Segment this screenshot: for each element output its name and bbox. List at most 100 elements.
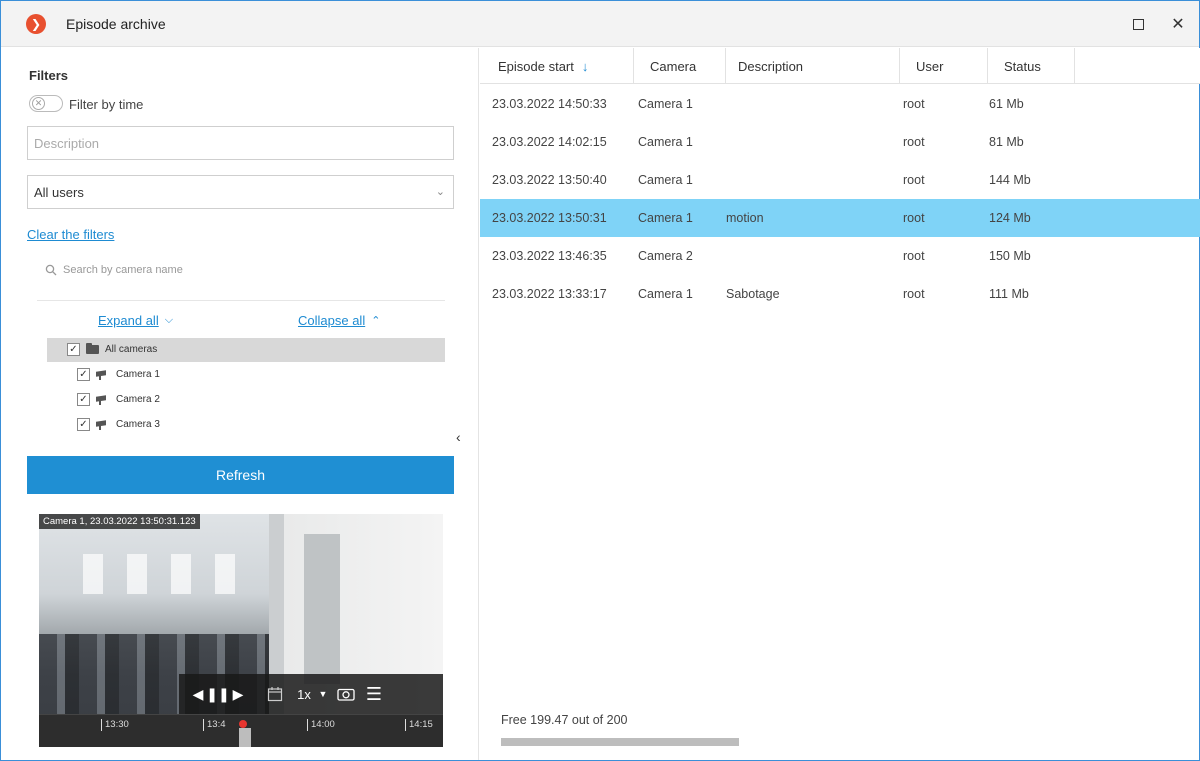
menu-button[interactable]: ☰ — [361, 684, 387, 705]
collapse-all-link[interactable]: Collapse all ⌃ — [298, 313, 380, 328]
table-cell: 23.03.2022 13:50:40 — [492, 173, 607, 187]
window-title: Episode archive — [66, 16, 166, 32]
chevron-up-icon: ⌃ — [371, 315, 381, 327]
table-cell: Camera 1 — [638, 173, 693, 187]
table-cell: 61 Mb — [989, 97, 1024, 111]
table-row[interactable]: 23.03.2022 14:02:15 Camera 1 root 81 Mb — [480, 123, 1200, 161]
column-header-camera[interactable]: Camera — [634, 48, 726, 84]
table-cell: 23.03.2022 13:46:35 — [492, 249, 607, 263]
maximize-icon — [1132, 18, 1144, 30]
storage-bar-fill — [501, 738, 739, 746]
table-row[interactable]: 23.03.2022 14:50:33 Camera 1 root 61 Mb — [480, 85, 1200, 123]
title-bar: ❯ Episode archive ✕ — [1, 1, 1199, 47]
expand-all-link[interactable]: Expand all ⌵ — [98, 313, 173, 328]
filters-panel: Filters ✕ Filter by time Description All… — [1, 48, 479, 760]
speed-dropdown-button[interactable]: ▼ — [315, 689, 331, 699]
column-header-user[interactable]: User — [900, 48, 988, 84]
table-cell: Sabotage — [726, 287, 780, 301]
camera-search-placeholder: Search by camera name — [63, 264, 183, 276]
calendar-icon — [267, 687, 283, 702]
tree-item-label: Camera 1 — [116, 369, 160, 380]
chevron-down-icon: ⌄ — [435, 186, 445, 198]
table-cell: root — [903, 249, 925, 263]
filters-title: Filters — [29, 68, 69, 83]
storage-free-text: Free 199.47 out of 200 — [501, 713, 628, 727]
camera-search[interactable]: Search by camera name — [45, 264, 183, 276]
table-cell: Camera 1 — [638, 211, 693, 225]
tree-root-row[interactable]: ✓ All cameras — [67, 343, 157, 356]
hamburger-icon: ☰ — [365, 683, 383, 704]
calendar-button[interactable] — [257, 686, 293, 702]
refresh-button[interactable]: Refresh — [27, 456, 454, 494]
camera-icon — [96, 395, 110, 405]
table-cell: root — [903, 173, 925, 187]
playhead-marker[interactable] — [239, 720, 247, 728]
column-header-description[interactable]: Description — [726, 48, 900, 84]
step-forward-button[interactable]: ▶ — [227, 686, 249, 703]
camera-checkbox[interactable]: ✓ — [77, 393, 90, 406]
pause-button[interactable]: ❚❚ — [206, 686, 229, 703]
scrub-handle[interactable] — [239, 728, 251, 747]
close-icon: ✕ — [1171, 16, 1185, 33]
table-header: Episode start ↓ Camera Description User … — [480, 48, 1200, 84]
clear-filters-link[interactable]: Clear the filters — [27, 227, 114, 242]
collapse-all-label: Collapse all — [298, 313, 366, 328]
tree-item-camera-2[interactable]: ✓ Camera 2 — [77, 393, 160, 406]
timeline-tick: 14:15 — [405, 719, 433, 731]
description-field[interactable]: Description — [27, 126, 454, 160]
table-cell: 23.03.2022 14:50:33 — [492, 97, 607, 111]
camera-icon — [96, 420, 110, 430]
column-header-status[interactable]: Status — [988, 48, 1075, 84]
camera-checkbox[interactable]: ✓ — [77, 368, 90, 381]
column-header-episode-start[interactable]: Episode start ↓ — [480, 48, 634, 84]
users-select[interactable]: All users ⌄ — [27, 175, 454, 209]
app-logo-icon: ❯ — [26, 14, 46, 34]
table-row[interactable]: 23.03.2022 13:46:35 Camera 2 root 150 Mb — [480, 237, 1200, 275]
divider — [37, 300, 445, 301]
table-row[interactable]: 23.03.2022 13:33:17 Camera 1 Sabotage root 1… — [480, 275, 1200, 313]
maximize-button[interactable] — [1123, 11, 1153, 37]
speed-value[interactable]: 1x — [293, 687, 315, 702]
table-cell: root — [903, 135, 925, 149]
table-row[interactable]: 23.03.2022 13:50:31 Camera 1 motion root 124… — [480, 199, 1200, 237]
tree-item-label: Camera 2 — [116, 394, 160, 405]
table-cell: root — [903, 287, 925, 301]
video-player[interactable]: Camera 1, 23.03.2022 13:50:31.123 ◀ ❚❚ ▶ — [39, 514, 443, 747]
video-caption: Camera 1, 23.03.2022 13:50:31.123 — [39, 514, 200, 529]
snapshot-button[interactable] — [331, 687, 361, 701]
tree-item-camera-3[interactable]: ✓ Camera 3 — [77, 418, 160, 431]
triangle-right-icon: ▶ — [232, 685, 244, 702]
table-cell: Camera 2 — [638, 249, 693, 263]
all-cameras-checkbox[interactable]: ✓ — [67, 343, 80, 356]
camera-snapshot-icon — [337, 688, 355, 701]
camera-checkbox[interactable]: ✓ — [77, 418, 90, 431]
collapse-panel-button[interactable]: ‹ — [456, 429, 461, 445]
sort-descending-icon: ↓ — [581, 58, 589, 74]
video-scene — [59, 554, 249, 594]
tree-item-camera-1[interactable]: ✓ Camera 1 — [77, 368, 160, 381]
users-select-value: All users — [34, 184, 84, 200]
expand-all-label: Expand all — [98, 313, 159, 328]
camera-icon — [96, 370, 110, 380]
table-cell: Camera 1 — [638, 135, 693, 149]
close-button[interactable]: ✕ — [1163, 11, 1193, 37]
table-cell: Camera 1 — [638, 287, 693, 301]
column-header-label: Episode start — [498, 58, 574, 74]
chevron-left-icon: ‹ — [456, 429, 461, 445]
filter-by-time-toggle[interactable]: ✕ — [29, 95, 63, 112]
folder-icon — [86, 343, 99, 354]
table-cell: root — [903, 97, 925, 111]
search-icon — [45, 264, 57, 276]
chevron-down-icon: ⌵ — [164, 314, 174, 326]
storage-bar — [501, 738, 739, 746]
video-scene — [304, 534, 340, 684]
triangle-left-icon: ◀ — [192, 685, 204, 702]
timeline[interactable]: 13:30 13:4 14:00 14:15 — [39, 714, 443, 747]
table-cell: 144 Mb — [989, 173, 1031, 187]
table-row[interactable]: 23.03.2022 13:50:40 Camera 1 root 144 Mb — [480, 161, 1200, 199]
tree-root-label: All cameras — [105, 344, 158, 355]
filter-by-time-label: Filter by time — [69, 97, 144, 112]
table-cell: 23.03.2022 14:02:15 — [492, 135, 607, 149]
episode-archive-window: ❯ Episode archive ✕ Filters ✕ Filter by … — [0, 0, 1200, 761]
player-controls: ◀ ❚❚ ▶ 1x ▼ ☰ — [179, 674, 443, 714]
